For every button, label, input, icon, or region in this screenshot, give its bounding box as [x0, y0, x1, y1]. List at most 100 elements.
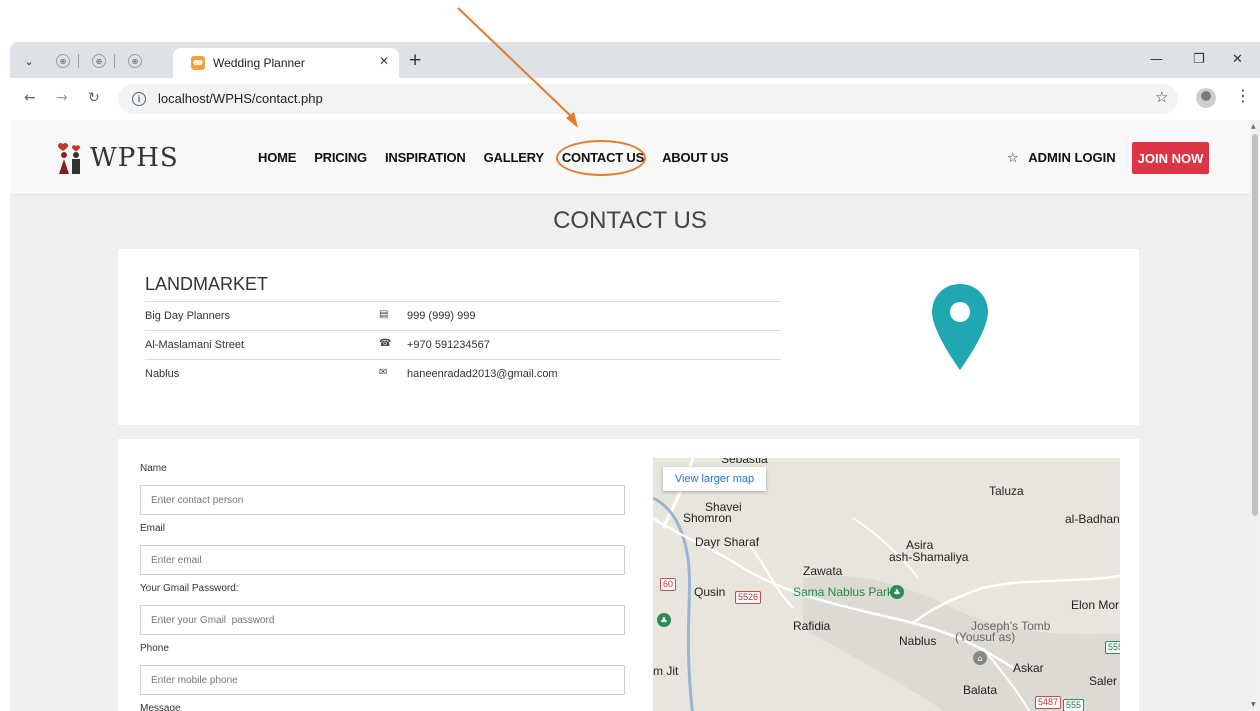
main-nav: HOME PRICING INSPIRATION GALLERY CONTACT… — [258, 150, 746, 165]
tab-globe-icon-1[interactable]: ⊕ — [56, 54, 70, 68]
tab-separator — [114, 54, 115, 68]
view-larger-map-link[interactable]: View larger map — [663, 467, 766, 491]
phone-input[interactable] — [140, 665, 625, 695]
browser-menu-icon[interactable]: ⋮ — [1235, 86, 1251, 105]
map-label-balata: Balata — [963, 683, 998, 697]
name-label: Name — [140, 463, 167, 474]
info-row-value: haneenradad2013@gmail.com — [407, 368, 558, 380]
admin-login-link[interactable]: ☆ ADMIN LOGIN — [1007, 150, 1116, 166]
map-label-al-badhan: al-Badhan — [1065, 512, 1120, 526]
site-logo[interactable]: WPHS — [56, 142, 179, 174]
email-label: Email — [140, 523, 166, 534]
tab-close-icon[interactable]: ✕ — [379, 54, 389, 68]
close-window-icon[interactable]: ✕ — [1232, 52, 1243, 67]
address-bar[interactable]: i localhost/WPHS/contact.php — [118, 84, 1178, 114]
info-row: Al-Maslamani Street ☎ +970 591234567 — [145, 330, 781, 359]
company-name: LANDMARKET — [145, 274, 269, 294]
envelope-icon: ✉ — [379, 367, 388, 378]
tab-title: Wedding Planner — [213, 56, 305, 70]
contact-form-card: Name Email Your Gmail Password: Phone Me… — [118, 439, 1139, 711]
info-row-value: 999 (999) 999 — [407, 310, 476, 322]
road-shield-5487: 5487 — [1035, 696, 1062, 709]
info-row: Big Day Planners ▤ 999 (999) 999 — [145, 301, 781, 330]
forward-icon[interactable]: → — [56, 90, 68, 106]
star-icon: ☆ — [1007, 151, 1019, 166]
park-tree-icon[interactable]: ♣ — [890, 585, 904, 599]
info-row-label: Nablus — [145, 368, 180, 380]
road-shield-555: 555 — [1063, 699, 1085, 711]
map-label-dayr-sharaf: Dayr Sharaf — [695, 535, 760, 549]
tab-wedding-planner[interactable]: ꙭ Wedding Planner ✕ — [173, 48, 399, 78]
scroll-down-icon[interactable]: ▼ — [1251, 701, 1256, 708]
name-input[interactable] — [140, 485, 625, 515]
new-tab-icon[interactable]: + — [408, 50, 422, 70]
road-shield-60: 60 — [660, 578, 677, 591]
page-viewport: WPHS HOME PRICING INSPIRATION GALLERY CO… — [10, 120, 1250, 711]
email-input[interactable] — [140, 545, 625, 575]
logo-text: WPHS — [90, 143, 179, 173]
nav-gallery[interactable]: GALLERY — [484, 150, 544, 165]
company-info-table: Big Day Planners ▤ 999 (999) 999 Al-Masl… — [145, 301, 781, 388]
annotation-circle — [556, 140, 646, 176]
landmark-pin-icon[interactable]: ⌂ — [973, 651, 987, 665]
minimize-icon[interactable]: — — [1150, 52, 1163, 67]
xampp-favicon-icon: ꙭ — [191, 56, 205, 70]
map-label-taluza: Taluza — [989, 484, 1024, 498]
map-label-jit: m Jit — [653, 664, 679, 678]
map-label-shomron: Shomron — [683, 511, 732, 525]
site-navbar: WPHS HOME PRICING INSPIRATION GALLERY CO… — [10, 120, 1250, 195]
scroll-thumb[interactable] — [1252, 134, 1258, 516]
map-label-sama-nablus-park: Sama Nablus Park — [793, 585, 894, 599]
road-shield-5526: 5526 — [735, 591, 762, 604]
admin-login-label: ADMIN LOGIN — [1028, 150, 1116, 165]
profile-avatar[interactable] — [1196, 88, 1216, 108]
info-row: Nablus ✉ haneenradad2013@gmail.com — [145, 359, 781, 388]
map-label-yousuf-as: (Yousuf as) — [955, 630, 1016, 644]
map-label-qusin: Qusin — [694, 585, 726, 599]
map-label-nablus: Nablus — [899, 634, 937, 648]
road-shield-555: 555 — [1105, 641, 1120, 654]
location-pin-icon — [932, 284, 988, 370]
nav-about-us[interactable]: ABOUT US — [662, 150, 728, 165]
tab-separator — [78, 54, 79, 68]
url-text[interactable]: localhost/WPHS/contact.php — [158, 91, 323, 106]
couple-logo-icon — [56, 142, 84, 174]
fax-icon: ▤ — [379, 309, 389, 320]
company-info-card: LANDMARKET Big Day Planners ▤ 999 (999) … — [118, 249, 1139, 425]
embedded-map[interactable]: View larger map Sebastia Taluza Shavei S… — [653, 458, 1120, 711]
page-scrollbar[interactable]: ▲ ▼ — [1250, 120, 1260, 711]
map-label-ash-shamaliya: ash-Shamaliya — [889, 550, 969, 564]
back-icon[interactable]: ← — [24, 90, 36, 106]
gmail-password-input[interactable] — [140, 605, 625, 635]
nav-home[interactable]: HOME — [258, 150, 296, 165]
browser-tab-bar: ⌄ ⊕ ⊕ ⊕ ꙭ Wedding Planner ✕ + — ❐ ✕ — [10, 42, 1260, 78]
screen-top-margin — [0, 0, 1260, 42]
info-row-value: +970 591234567 — [407, 339, 490, 351]
bookmark-star-icon[interactable]: ☆ — [1155, 88, 1168, 106]
join-now-button[interactable]: JOIN NOW — [1132, 142, 1209, 174]
map-label-rafidia: Rafidia — [793, 619, 831, 633]
map-label-askar: Askar — [1013, 661, 1044, 675]
page-title: CONTACT US — [553, 207, 707, 234]
browser-toolbar: ← → ↻ i localhost/WPHS/contact.php ☆ ⋮ — [10, 78, 1260, 120]
phone-icon: ☎ — [379, 338, 392, 349]
map-label-zawata: Zawata — [803, 564, 843, 578]
message-label: Message — [140, 703, 181, 711]
tab-globe-icon-2[interactable]: ⊕ — [92, 54, 106, 68]
site-info-icon[interactable]: i — [132, 92, 146, 106]
tab-search-chevron-icon[interactable]: ⌄ — [18, 50, 40, 72]
nav-pricing[interactable]: PRICING — [314, 150, 367, 165]
gmail-password-label: Your Gmail Password: — [140, 583, 239, 594]
park-tree-icon[interactable]: ♣ — [657, 613, 671, 627]
phone-label: Phone — [140, 643, 169, 654]
map-label-elon-moreh: Elon Mor — [1071, 598, 1120, 612]
info-row-label: Al-Maslamani Street — [145, 339, 245, 351]
map-label-sebastia: Sebastia — [721, 458, 768, 466]
scroll-up-icon[interactable]: ▲ — [1251, 123, 1256, 130]
tab-globe-icon-3[interactable]: ⊕ — [128, 54, 142, 68]
map-label-saler: Saler — [1089, 674, 1118, 688]
reload-icon[interactable]: ↻ — [88, 90, 100, 106]
nav-inspiration[interactable]: INSPIRATION — [385, 150, 466, 165]
info-row-label: Big Day Planners — [145, 310, 230, 322]
restore-icon[interactable]: ❐ — [1193, 52, 1205, 67]
